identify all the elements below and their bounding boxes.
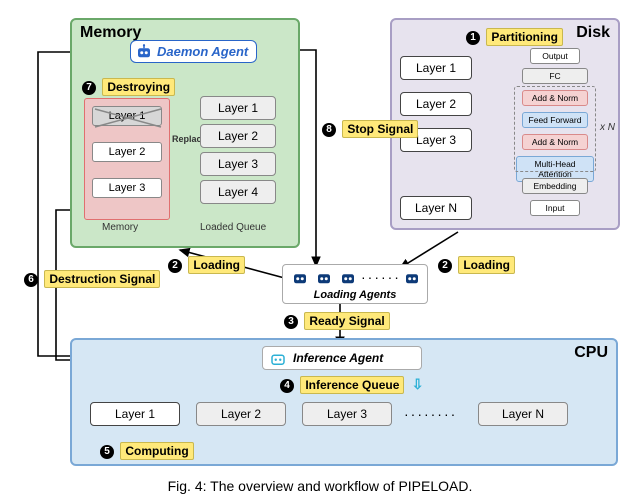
step-8: 8 Stop Signal (322, 120, 418, 138)
loaded-queue-sublabel: Loaded Queue (200, 222, 266, 233)
memory-slot-2: Layer 2 (92, 142, 162, 162)
download-icon: ⇩ (412, 376, 424, 392)
tf-fc: FC (522, 68, 588, 84)
loading-agents-box: ······ Loading Agents (282, 264, 428, 304)
step-num-4: 4 (280, 379, 294, 393)
tf-fc-l: FC (549, 71, 560, 81)
step-num-2r: 2 (438, 259, 452, 273)
tf-input: Input (530, 200, 580, 216)
disk-l1: Layer 1 (416, 61, 456, 75)
step-7-label: Destroying (102, 78, 175, 96)
step-3-label: Ready Signal (304, 312, 389, 330)
robot-icon (403, 269, 421, 287)
step-num-8: 8 (322, 123, 336, 137)
step-num-3: 3 (284, 315, 298, 329)
disk-layer-1: Layer 1 (400, 56, 472, 80)
step-3: 3 Ready Signal (284, 312, 390, 330)
robot-icon (269, 350, 287, 368)
step-8-label: Stop Signal (342, 120, 418, 138)
step-5-label: Computing (120, 442, 193, 460)
daemon-agent-label: Daemon Agent (157, 44, 248, 59)
step-6-label: Destruction Signal (44, 270, 160, 288)
loading-agents-label: Loading Agents (283, 289, 427, 301)
disk-title: Disk (576, 24, 610, 42)
memory-slot-2-label: Layer 2 (109, 146, 146, 158)
step-num-2l: 2 (168, 259, 182, 273)
step-num-7: 7 (82, 81, 96, 95)
step-4-label: Inference Queue (300, 376, 404, 394)
cpu-ln: Layer N (502, 407, 544, 421)
cpu-title: CPU (574, 344, 608, 362)
step-2-right-label: Loading (458, 256, 515, 274)
inference-agent: Inference Agent (262, 346, 422, 370)
tf-output: Output (530, 48, 580, 64)
loaded-queue-item-4: Layer 4 (200, 180, 276, 204)
loaded-q3: Layer 3 (218, 157, 258, 171)
cpu-l1: Layer 1 (115, 407, 155, 421)
robot-icon (135, 43, 153, 61)
loaded-queue-item-2: Layer 2 (200, 124, 276, 148)
disk-ln: Layer N (415, 201, 457, 215)
step-1: 1 Partitioning (466, 28, 563, 46)
dots-icon: ········ (404, 406, 457, 422)
step-num-5: 5 (100, 445, 114, 459)
step-6: 6 Destruction Signal (24, 270, 160, 288)
loaded-q4: Layer 4 (218, 185, 258, 199)
cpu-layer-2: Layer 2 (196, 402, 286, 426)
memory-slot-3: Layer 3 (92, 178, 162, 198)
cpu-layer-1: Layer 1 (90, 402, 180, 426)
step-4: 4 Inference Queue ⇩ (280, 376, 423, 394)
disk-layer-2: Layer 2 (400, 92, 472, 116)
cpu-l2: Layer 2 (221, 407, 261, 421)
dots-icon: ······ (361, 269, 401, 285)
loaded-q2: Layer 2 (218, 129, 258, 143)
loaded-q1: Layer 1 (218, 101, 258, 115)
step-num-1: 1 (466, 31, 480, 45)
step-2-left: 2 Loading (168, 256, 245, 274)
step-7: 7 Destroying (82, 78, 175, 96)
inference-agent-label: Inference Agent (293, 351, 383, 365)
figure-caption: Fig. 4: The overview and workflow of PIP… (0, 478, 640, 494)
memory-title: Memory (80, 24, 141, 42)
tf-in-l: Input (546, 203, 565, 213)
tf-xn: x N (600, 122, 615, 133)
robot-icon (339, 269, 357, 287)
memory-slot-1: Layer 1 (92, 106, 162, 126)
step-2-left-label: Loading (188, 256, 245, 274)
cpu-l3: Layer 3 (327, 407, 367, 421)
tf-block (514, 86, 596, 172)
cpu-layer-n: Layer N (478, 402, 568, 426)
daemon-agent: Daemon Agent (130, 40, 257, 63)
loaded-queue-item-3: Layer 3 (200, 152, 276, 176)
tf-embed: Embedding (522, 178, 588, 194)
tf-emb-l: Embedding (533, 181, 576, 191)
robot-icon (291, 269, 309, 287)
step-5: 5 Computing (100, 442, 194, 460)
robot-icon (315, 269, 333, 287)
disk-l3: Layer 3 (416, 133, 456, 147)
cpu-layer-3: Layer 3 (302, 402, 392, 426)
step-2-right: 2 Loading (438, 256, 515, 274)
disk-l2: Layer 2 (416, 97, 456, 111)
loaded-queue-item-1: Layer 1 (200, 96, 276, 120)
memory-sublabel: Memory (102, 222, 138, 233)
step-num-6: 6 (24, 273, 38, 287)
step-1-label: Partitioning (486, 28, 563, 46)
disk-layer-n: Layer N (400, 196, 472, 220)
tf-output-l: Output (542, 51, 568, 61)
memory-slot-3-label: Layer 3 (109, 182, 146, 194)
